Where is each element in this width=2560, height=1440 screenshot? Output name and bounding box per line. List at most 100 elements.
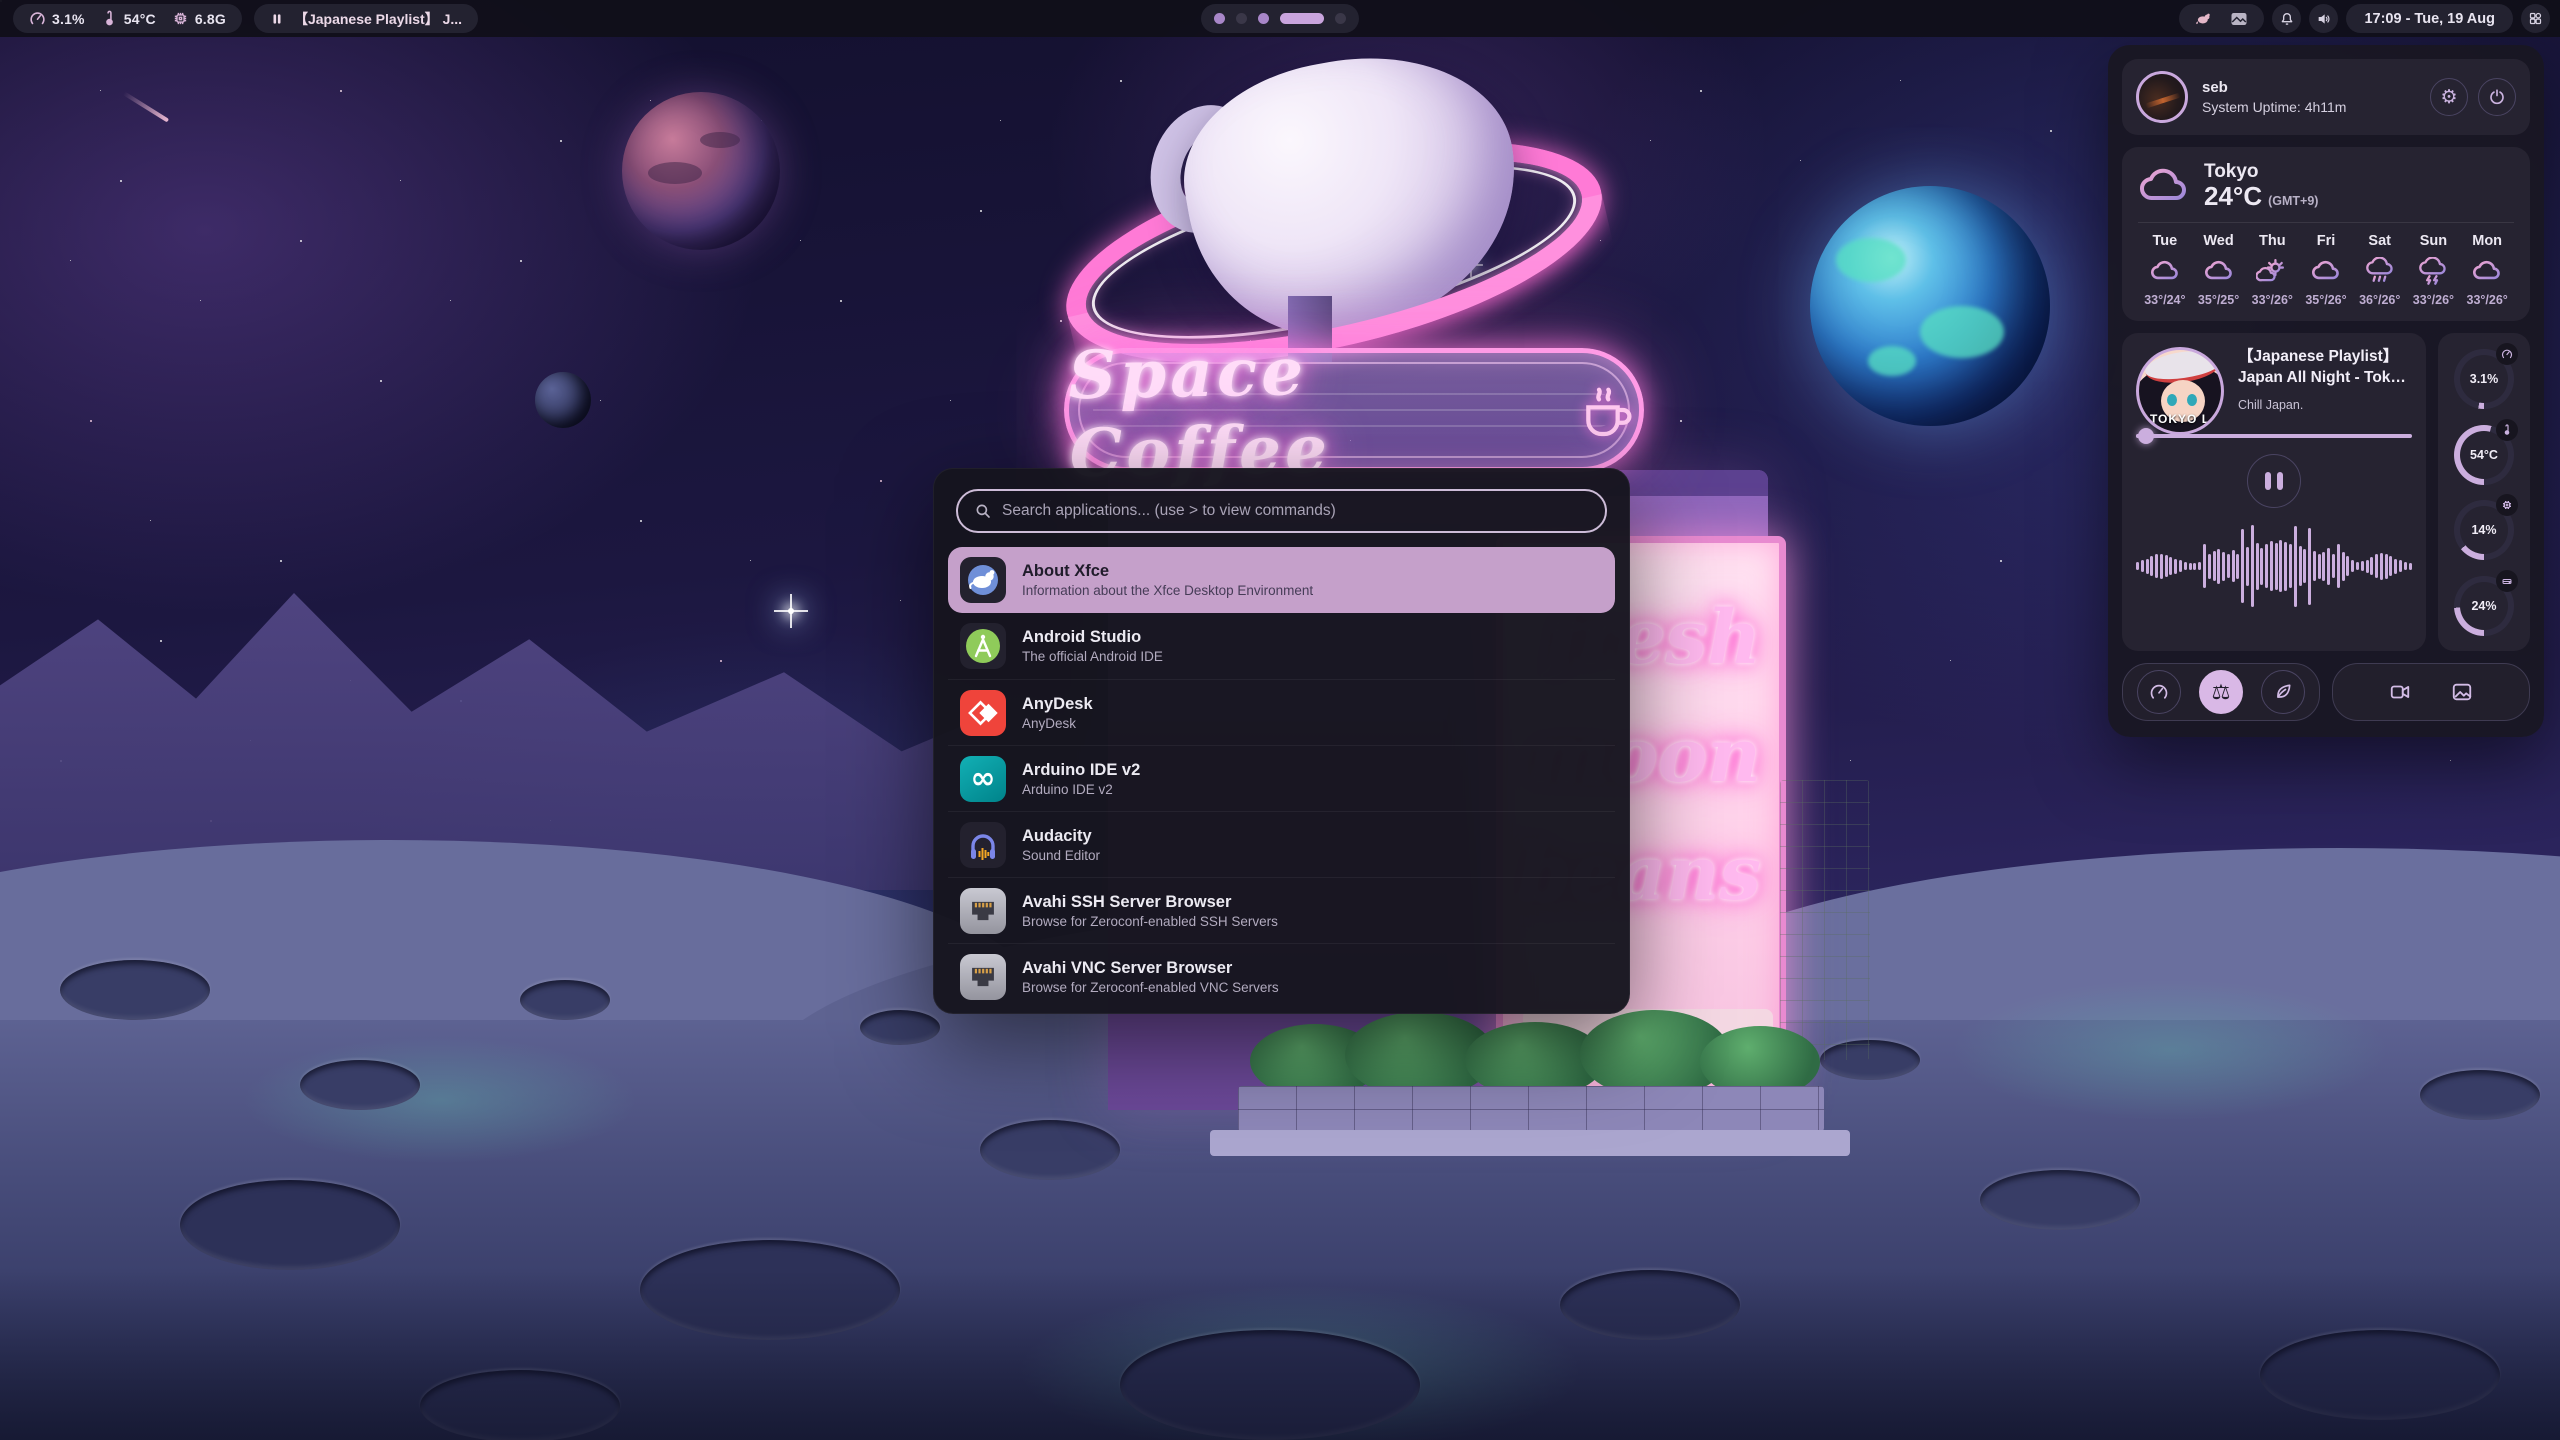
rain-cloud-icon (2353, 255, 2407, 287)
waveform-bar (2160, 554, 2163, 579)
workspace-dot-active[interactable] (1280, 13, 1324, 24)
shop-bushes (1250, 1008, 1810, 1098)
workspace-dot-empty[interactable] (1335, 13, 1346, 24)
image-icon (2451, 681, 2473, 703)
cloud-icon (2460, 255, 2514, 287)
app-description: Arduino IDE v2 (1022, 781, 1140, 799)
powersave-profile-button[interactable] (2261, 670, 2305, 714)
waveform-bar (2303, 549, 2306, 583)
cpu-gauge-value: 3.1% (2470, 372, 2499, 386)
app-row-avahi-vnc[interactable]: Avahi VNC Server Browser Browse for Zero… (948, 943, 1615, 1009)
notifications-button[interactable] (2272, 4, 2301, 33)
purple-planet (622, 92, 780, 250)
power-button[interactable] (2478, 78, 2516, 116)
volume-button[interactable] (2309, 4, 2338, 33)
systray-pill[interactable] (2179, 4, 2264, 33)
shop-planter (1238, 1086, 1824, 1132)
music-progress-knob[interactable] (2138, 428, 2154, 444)
settings-button[interactable]: ⚙ (2430, 78, 2468, 116)
waveform-bar (2155, 554, 2158, 578)
waveform-bar (2179, 560, 2182, 572)
waveform-bar (2260, 548, 2263, 585)
top-panel: 3.1% 54°C 6.8G (0, 0, 2560, 37)
now-playing-pill[interactable]: 【Japanese Playlist】 J... (254, 4, 478, 33)
waveform-bar (2275, 543, 2278, 590)
waveform (2136, 522, 2412, 610)
earth-planet (1810, 186, 2050, 426)
app-name: Arduino IDE v2 (1022, 759, 1140, 781)
app-launcher: About Xfce Information about the Xfce De… (933, 468, 1630, 1014)
scales-icon: ⚖ (2212, 682, 2231, 703)
waveform-bar (2227, 554, 2230, 578)
cpu-value: 3.1% (52, 11, 85, 27)
audacity-icon (960, 822, 1006, 868)
screenshot-button[interactable] (2440, 670, 2484, 714)
disk-gauge: 24% (2454, 576, 2514, 636)
network-port-icon (960, 888, 1006, 934)
meteor-streak (123, 92, 169, 123)
workspace-dot-occupied[interactable] (1214, 13, 1225, 24)
track-title: 【Japanese Playlist】 Japan All Night - To… (2238, 347, 2412, 389)
grid-icon (2528, 11, 2543, 26)
speedometer-icon (2149, 682, 2169, 702)
waveform-bar (2327, 548, 2330, 585)
cloud-icon (2138, 255, 2192, 287)
waveform-bar (2265, 544, 2268, 588)
waveform-bar (2222, 552, 2225, 581)
weather-temperature: 24°C (2204, 183, 2262, 210)
app-row-about-xfce[interactable]: About Xfce Information about the Xfce De… (948, 547, 1615, 613)
tray-wallpaper-icon[interactable] (2230, 10, 2248, 28)
workspace-switcher[interactable] (1201, 4, 1359, 33)
waveform-bar (2251, 525, 2254, 607)
waveform-bar (2409, 563, 2412, 570)
waveform-bar (2203, 544, 2206, 588)
workspace-dot-occupied[interactable] (1258, 13, 1269, 24)
app-row-anydesk[interactable]: AnyDesk AnyDesk (948, 679, 1615, 745)
system-stats-pill[interactable]: 3.1% 54°C 6.8G (13, 4, 242, 33)
waveform-bar (2361, 561, 2364, 571)
app-row-android-studio[interactable]: Android Studio The official Android IDE (948, 613, 1615, 679)
app-row-avahi-ssh[interactable]: Avahi SSH Server Browser Browse for Zero… (948, 877, 1615, 943)
forecast-day: Thu 33°/26° (2245, 233, 2299, 307)
forecast-day: Mon 33°/26° (2460, 233, 2514, 307)
music-player-card: TOKYO L 【Japanese Playlist】 Japan All Ni… (2122, 333, 2426, 651)
waveform-bar (2150, 556, 2153, 576)
pause-button[interactable] (2247, 454, 2301, 508)
app-description: AnyDesk (1022, 715, 1093, 733)
waveform-bar (2169, 557, 2172, 575)
crater (860, 1010, 940, 1045)
disk-icon (2496, 570, 2518, 592)
app-grid-button[interactable] (2521, 4, 2550, 33)
balanced-profile-button[interactable]: ⚖ (2199, 670, 2243, 714)
speedometer-icon (2496, 343, 2518, 365)
app-description: Browse for Zeroconf-enabled VNC Servers (1022, 979, 1279, 997)
app-row-audacity[interactable]: Audacity Sound Editor (948, 811, 1615, 877)
search-input[interactable] (1002, 502, 1589, 520)
waveform-bar (2241, 529, 2244, 603)
tray-mouse-icon[interactable] (2195, 10, 2212, 27)
app-name: Android Studio (1022, 626, 1163, 648)
waveform-bar (2246, 547, 2249, 586)
waveform-bar (2208, 554, 2211, 579)
screen-record-button[interactable] (2378, 670, 2422, 714)
workspace-dot-empty[interactable] (1236, 13, 1247, 24)
waveform-bar (2389, 556, 2392, 576)
performance-profile-button[interactable] (2137, 670, 2181, 714)
app-row-arduino[interactable]: ∞ Arduino IDE v2 Arduino IDE v2 (948, 745, 1615, 811)
waveform-bar (2308, 528, 2311, 605)
music-progress-bar[interactable] (2136, 434, 2412, 438)
clock[interactable]: 17:09 - Tue, 19 Aug (2346, 4, 2513, 33)
app-description: The official Android IDE (1022, 648, 1163, 666)
waveform-bar (2356, 562, 2359, 570)
app-list: About Xfce Information about the Xfce De… (934, 547, 1629, 1017)
crater (980, 1120, 1120, 1180)
ground-shadow (0, 1270, 2560, 1440)
album-art[interactable]: TOKYO L (2136, 347, 2224, 435)
search-bar[interactable] (956, 489, 1607, 533)
waveform-bar (2146, 559, 2149, 574)
cloud-icon (2299, 255, 2353, 287)
waveform-bar (2289, 544, 2292, 588)
cpu-stat: 3.1% (29, 10, 85, 27)
avatar[interactable] (2136, 71, 2188, 123)
weather-timezone: (GMT+9) (2268, 194, 2318, 208)
